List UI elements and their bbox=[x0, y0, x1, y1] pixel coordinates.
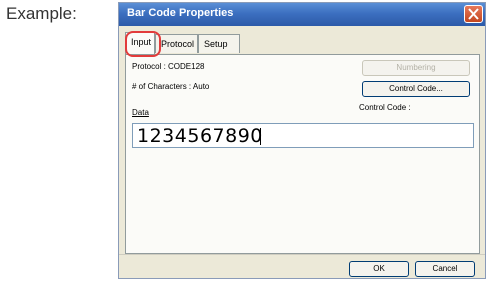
cancel-button[interactable]: Cancel bbox=[415, 261, 475, 277]
close-button[interactable] bbox=[464, 5, 483, 23]
title-bar[interactable]: Bar Code Properties bbox=[119, 3, 485, 26]
bottom-divider bbox=[119, 254, 485, 255]
close-icon bbox=[468, 8, 479, 20]
text-caret bbox=[260, 128, 261, 145]
control-code-button[interactable]: Control Code... bbox=[362, 81, 470, 97]
character-count-info: # of Characters : Auto bbox=[132, 82, 210, 91]
input-tab-highlight bbox=[125, 31, 161, 57]
data-value: 1234567890 bbox=[137, 125, 263, 147]
control-code-label: Control Code : bbox=[359, 103, 411, 112]
input-tab-panel: Protocol : CODE128 # of Characters : Aut… bbox=[125, 54, 480, 254]
protocol-info: Protocol : CODE128 bbox=[132, 62, 205, 71]
data-label: Data bbox=[132, 108, 149, 117]
numbering-button[interactable]: Numbering bbox=[362, 60, 470, 76]
window-title: Bar Code Properties bbox=[127, 7, 234, 19]
example-label: Example: bbox=[6, 4, 77, 23]
ok-button[interactable]: OK bbox=[349, 261, 409, 277]
tab-protocol[interactable]: Protocol bbox=[155, 34, 198, 53]
bar-code-properties-dialog: Bar Code Properties Input Protocol Setup… bbox=[118, 2, 486, 279]
tab-setup[interactable]: Setup bbox=[198, 34, 240, 53]
data-input[interactable]: 1234567890 bbox=[132, 123, 474, 148]
